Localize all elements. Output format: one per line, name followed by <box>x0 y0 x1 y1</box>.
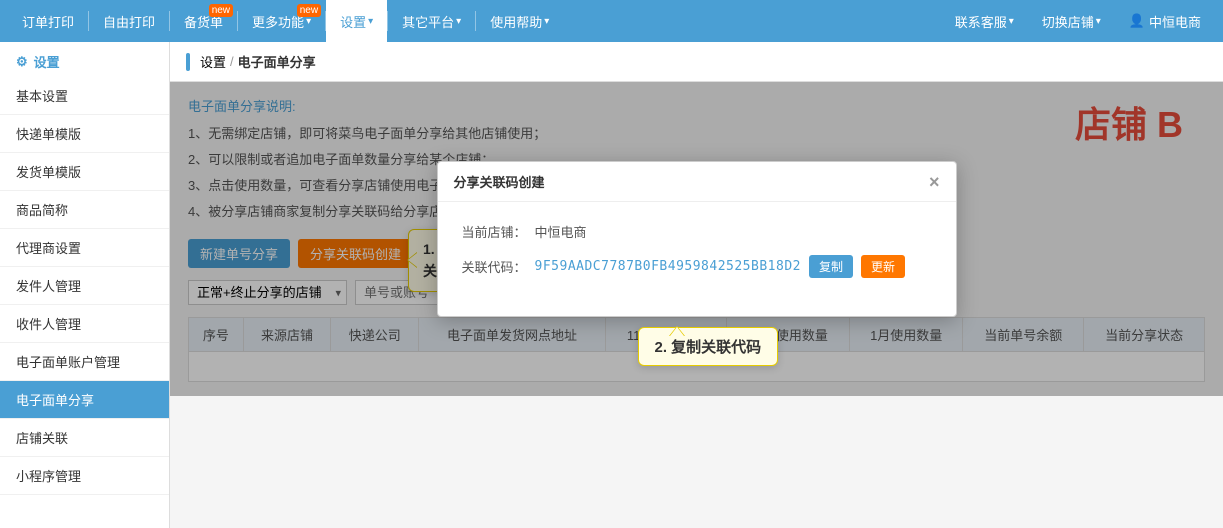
top-nav-right: 联系客服 ▾ 切换店铺 ▾ 👤 中恒电商 <box>941 0 1215 42</box>
sidebar-item-waybill-share[interactable]: 电子面单分享 <box>0 381 169 419</box>
sidebar-item-ship-template[interactable]: 发货单模版 <box>0 153 169 191</box>
user-icon: 👤 <box>1129 13 1145 29</box>
nav-user[interactable]: 👤 中恒电商 <box>1115 0 1215 42</box>
sidebar-item-waybill-account[interactable]: 电子面单账户管理 <box>0 343 169 381</box>
sidebar-item-sender[interactable]: 发件人管理 <box>0 267 169 305</box>
top-navigation: 订单打印 自由打印 备货单 new 更多功能 new ▾ 设置 ▾ 其它平台 ▾… <box>0 0 1223 42</box>
sidebar-item-mini-app[interactable]: 小程序管理 <box>0 457 169 495</box>
current-shop-label: 当前店铺： <box>462 222 527 241</box>
more-chevron-icon: ▾ <box>306 16 311 27</box>
nav-other-platform[interactable]: 其它平台 ▾ <box>388 0 475 42</box>
nav-free-print[interactable]: 自由打印 <box>89 0 169 42</box>
sidebar-item-express-template[interactable]: 快递单模版 <box>0 115 169 153</box>
sidebar-item-product-name[interactable]: 商品简称 <box>0 191 169 229</box>
breadcrumb-home: 设置 <box>200 52 226 71</box>
nav-stock[interactable]: 备货单 new <box>170 0 237 42</box>
main-content: 设置 / 电子面单分享 店铺 B 电子面单分享说明: 1、无需绑定店铺，即可将菜… <box>170 42 1223 528</box>
breadcrumb-separator: / <box>230 54 234 69</box>
modal-code-row: 关联代码： 9F59AADC7787B0FB4959842525BB18D2 复… <box>462 255 932 278</box>
link-code-value: 9F59AADC7787B0FB4959842525BB18D2 <box>535 259 801 274</box>
customer-service-chevron-icon: ▾ <box>1009 16 1014 27</box>
sidebar: ⚙ 设置 基本设置 快递单模版 发货单模版 商品简称 代理商设置 发件人管理 收… <box>0 42 170 528</box>
modal-title: 分享关联码创建 <box>454 172 545 191</box>
modal-overlay: 分享关联码创建 × 当前店铺： 中恒电商 关联代码： 9F59AADC7787B… <box>170 82 1223 396</box>
nav-help[interactable]: 使用帮助 ▾ <box>476 0 563 42</box>
platform-chevron-icon: ▾ <box>456 16 461 27</box>
nav-order-print[interactable]: 订单打印 <box>8 0 88 42</box>
current-shop-value: 中恒电商 <box>535 222 587 241</box>
copy-button[interactable]: 复制 <box>809 255 853 278</box>
nav-settings[interactable]: 设置 ▾ <box>326 0 387 42</box>
help-chevron-icon: ▾ <box>544 16 549 27</box>
sidebar-item-receiver[interactable]: 收件人管理 <box>0 305 169 343</box>
modal-close-button[interactable]: × <box>929 173 940 191</box>
nav-switch-shop[interactable]: 切换店铺 ▾ <box>1028 0 1115 42</box>
sidebar-item-basic[interactable]: 基本设置 <box>0 77 169 115</box>
sidebar-item-shop-link[interactable]: 店铺关联 <box>0 419 169 457</box>
sidebar-title: ⚙ 设置 <box>0 42 169 77</box>
page-content: 店铺 B 电子面单分享说明: 1、无需绑定店铺，即可将菜鸟电子面单分享给其他店铺… <box>170 82 1223 396</box>
tooltip-copy-code: 2. 复制关联代码 <box>638 327 779 366</box>
nav-customer-service[interactable]: 联系客服 ▾ <box>941 0 1028 42</box>
modal-shop-row: 当前店铺： 中恒电商 <box>462 222 932 241</box>
code-row: 9F59AADC7787B0FB4959842525BB18D2 复制 更新 <box>535 255 905 278</box>
modal: 分享关联码创建 × 当前店铺： 中恒电商 关联代码： 9F59AADC7787B… <box>437 161 957 317</box>
gear-icon: ⚙ <box>16 54 28 70</box>
breadcrumb: 设置 / 电子面单分享 <box>170 42 1223 82</box>
switch-shop-chevron-icon: ▾ <box>1096 16 1101 27</box>
link-code-label: 关联代码： <box>462 257 527 276</box>
modal-header: 分享关联码创建 × <box>438 162 956 202</box>
settings-chevron-icon: ▾ <box>368 16 373 27</box>
stock-badge: new <box>209 4 233 17</box>
breadcrumb-bar <box>186 53 190 71</box>
modal-body: 当前店铺： 中恒电商 关联代码： 9F59AADC7787B0FB4959842… <box>438 202 956 316</box>
refresh-button[interactable]: 更新 <box>861 255 905 278</box>
main-layout: ⚙ 设置 基本设置 快递单模版 发货单模版 商品简称 代理商设置 发件人管理 收… <box>0 42 1223 528</box>
breadcrumb-current: 电子面单分享 <box>238 52 316 71</box>
nav-more[interactable]: 更多功能 new ▾ <box>238 0 325 42</box>
sidebar-item-agent[interactable]: 代理商设置 <box>0 229 169 267</box>
more-badge: new <box>297 4 321 17</box>
